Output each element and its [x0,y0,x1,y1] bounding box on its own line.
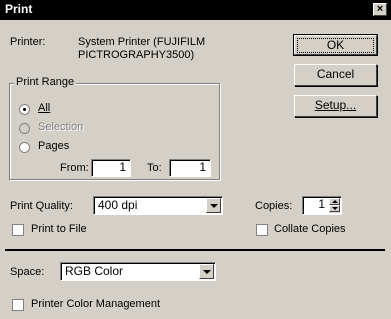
space-select[interactable]: RGB Color [60,262,216,281]
printer-name-line2: PICTROGRAPHY3500) [78,49,195,61]
radio-pages-label: Pages [38,140,70,152]
close-button[interactable]: × [373,3,387,16]
radio-pages[interactable] [19,142,30,153]
printer-color-management-checkbox[interactable] [12,299,24,311]
print-quality-value: 400 dpi [98,198,138,212]
printer-color-management-label: Printer Color Management [31,298,161,310]
radio-all[interactable] [19,104,30,115]
space-label: Space: [10,266,45,278]
collate-copies-checkbox[interactable] [256,224,268,236]
print-quality-select[interactable]: 400 dpi [93,196,223,215]
copies-value: 1 [318,197,325,211]
chevron-down-icon[interactable] [199,264,214,279]
to-label: To: [147,162,162,174]
printer-name-line1: System Printer (FUJIFILM [78,36,206,48]
window-title: Print [5,2,33,16]
copies-spinner[interactable] [329,198,340,213]
cancel-button[interactable]: Cancel [294,64,377,86]
print-to-file-label: Print to File [31,223,87,235]
printer-label: Printer: [10,36,46,48]
print-dialog: Print × Printer: System Printer (FUJIFIL… [0,0,391,319]
from-label: From: [60,162,89,174]
spin-down-icon[interactable] [329,205,340,212]
collate-copies-label: Collate Copies [274,223,346,235]
copies-label: Copies: [255,200,293,212]
copies-field[interactable]: 1 [302,196,342,215]
radio-all-label-text: All [38,102,51,114]
separator [5,249,385,251]
radio-selection-label: Selection [38,121,84,133]
from-field[interactable]: 1 [91,159,131,177]
radio-all-label: All [38,102,50,114]
chevron-down-icon[interactable] [206,198,221,213]
title-bar: Print × [0,0,391,20]
setup-button-label: Setup... [314,98,357,112]
print-to-file-checkbox[interactable] [12,224,24,236]
print-quality-label: Print Quality: [10,200,73,212]
spin-up-icon[interactable] [329,198,340,205]
radio-selection[interactable] [19,123,30,134]
ok-button-label: OK [297,38,374,53]
setup-button[interactable]: Setup... [294,95,377,117]
ok-button[interactable]: OK [293,34,378,56]
print-range-legend: Print Range [14,76,77,88]
to-field[interactable]: 1 [169,159,211,177]
space-value: RGB Color [65,264,124,278]
